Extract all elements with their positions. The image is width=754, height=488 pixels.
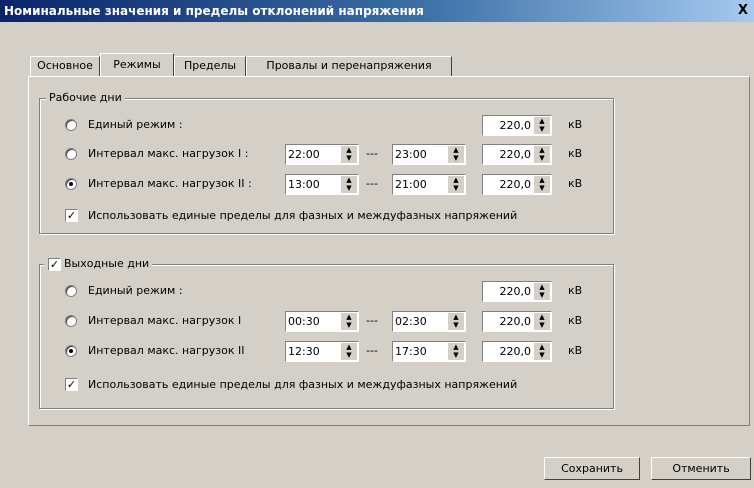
window-title: Номинальные значения и пределы отклонени… — [4, 4, 424, 18]
weekends-interval1-voltage[interactable]: 220,0 ▲ ▼ — [482, 311, 552, 332]
spin-buttons[interactable]: ▲ ▼ — [534, 176, 550, 193]
spin-buttons[interactable]: ▲ ▼ — [341, 313, 357, 330]
workdays-interval2-voltage[interactable]: 220,0 ▲ ▼ — [482, 174, 552, 195]
cancel-button[interactable]: Отменить — [651, 457, 751, 480]
workdays-interval2-row: Интервал макс. нагрузок II : 13:00 ▲ ▼ --… — [40, 174, 613, 196]
weekends-interval2-row: Интервал макс. нагрузок II 12:30 ▲ ▼ --- … — [40, 341, 613, 363]
workdays-limits-row: ✓ Использовать единые пределы для фазных… — [40, 206, 613, 228]
unit-label: кВ — [568, 344, 583, 357]
spin-buttons[interactable]: ▲ ▼ — [534, 146, 550, 163]
tab-modes[interactable]: Режимы — [100, 53, 174, 76]
weekends-interval2-label: Интервал макс. нагрузок II — [88, 344, 245, 357]
unit-label: кВ — [568, 284, 583, 297]
weekends-same-limits-label: Использовать единые пределы для фазных и… — [88, 378, 518, 391]
workdays-single-row: Единый режим : 220,0 ▲ ▼ кВ — [40, 115, 613, 137]
weekends-interval2-voltage[interactable]: 220,0 ▲ ▼ — [482, 341, 552, 362]
weekends-interval1-radio[interactable] — [65, 315, 77, 327]
spin-buttons[interactable]: ▲ ▼ — [341, 176, 357, 193]
workdays-interval1-radio[interactable] — [65, 148, 77, 160]
workdays-interval2-from[interactable]: 13:00 ▲ ▼ — [285, 174, 359, 195]
workdays-label: Рабочие дни — [46, 91, 125, 104]
spin-buttons[interactable]: ▲ ▼ — [448, 146, 464, 163]
title-bar: Номинальные значения и пределы отклонени… — [0, 0, 754, 22]
workdays-interval2-label: Интервал макс. нагрузок II : — [88, 177, 252, 190]
spin-buttons[interactable]: ▲ ▼ — [448, 313, 464, 330]
spin-buttons[interactable]: ▲ ▼ — [448, 176, 464, 193]
workdays-single-radio[interactable] — [65, 119, 77, 131]
workdays-interval2-radio[interactable] — [65, 178, 77, 190]
weekends-limits-row: ✓ Использовать единые пределы для фазных… — [40, 375, 613, 397]
spin-buttons[interactable]: ▲ ▼ — [534, 283, 550, 300]
workdays-group: Рабочие дни Единый режим : 220,0 ▲ ▼ кВ И… — [39, 91, 614, 234]
workdays-same-limits-label: Использовать единые пределы для фазных и… — [88, 209, 518, 222]
weekends-interval1-label: Интервал макс. нагрузок I — [88, 314, 242, 327]
range-separator: --- — [366, 177, 378, 190]
workdays-single-label: Единый режим : — [88, 118, 183, 131]
workdays-interval1-row: Интервал макс. нагрузок I : 22:00 ▲ ▼ ---… — [40, 144, 613, 166]
workdays-interval1-voltage[interactable]: 220,0 ▲ ▼ — [482, 144, 552, 165]
tab-limits[interactable]: Пределы — [174, 56, 246, 76]
tab-basic[interactable]: Основное — [30, 56, 100, 76]
weekends-single-radio[interactable] — [65, 285, 77, 297]
spin-buttons[interactable]: ▲ ▼ — [534, 343, 550, 360]
workdays-single-voltage[interactable]: 220,0 ▲ ▼ — [482, 115, 552, 136]
weekends-enable-checkbox[interactable]: ✓ — [48, 258, 61, 271]
tab-dips[interactable]: Провалы и перенапряжения — [246, 56, 452, 76]
weekends-group: Выходные дни ✓ Единый режим : 220,0 ▲ ▼ к… — [39, 257, 614, 409]
weekends-interval2-radio[interactable] — [65, 345, 77, 357]
spin-buttons[interactable]: ▲ ▼ — [448, 343, 464, 360]
range-separator: --- — [366, 314, 378, 327]
weekends-single-voltage[interactable]: 220,0 ▲ ▼ — [482, 281, 552, 302]
dialog-window: Номинальные значения и пределы отклонени… — [0, 0, 754, 488]
weekends-interval2-from[interactable]: 12:30 ▲ ▼ — [285, 341, 359, 362]
weekends-interval1-to[interactable]: 02:30 ▲ ▼ — [392, 311, 466, 332]
spin-buttons[interactable]: ▲ ▼ — [534, 313, 550, 330]
weekends-interval2-to[interactable]: 17:30 ▲ ▼ — [392, 341, 466, 362]
workdays-interval1-label: Интервал макс. нагрузок I : — [88, 147, 249, 160]
spin-buttons[interactable]: ▲ ▼ — [341, 343, 357, 360]
close-button[interactable]: X — [734, 2, 752, 20]
spin-buttons[interactable]: ▲ ▼ — [341, 146, 357, 163]
workdays-interval2-to[interactable]: 21:00 ▲ ▼ — [392, 174, 466, 195]
range-separator: --- — [366, 147, 378, 160]
unit-label: кВ — [568, 314, 583, 327]
unit-label: кВ — [568, 177, 583, 190]
workdays-interval1-to[interactable]: 23:00 ▲ ▼ — [392, 144, 466, 165]
tab-panel: Рабочие дни Единый режим : 220,0 ▲ ▼ кВ И… — [28, 76, 750, 426]
weekends-single-label: Единый режим : — [88, 284, 183, 297]
workdays-same-limits-checkbox[interactable]: ✓ — [65, 209, 78, 222]
workdays-interval1-from[interactable]: 22:00 ▲ ▼ — [285, 144, 359, 165]
range-separator: --- — [366, 344, 378, 357]
weekends-single-row: Единый режим : 220,0 ▲ ▼ кВ — [40, 281, 613, 303]
weekends-same-limits-checkbox[interactable]: ✓ — [65, 378, 78, 391]
spin-buttons[interactable]: ▲ ▼ — [534, 117, 550, 134]
weekends-interval1-from[interactable]: 00:30 ▲ ▼ — [285, 311, 359, 332]
unit-label: кВ — [568, 118, 583, 131]
unit-label: кВ — [568, 147, 583, 160]
save-button[interactable]: Сохранить — [544, 457, 640, 480]
weekends-interval1-row: Интервал макс. нагрузок I 00:30 ▲ ▼ --- 0… — [40, 311, 613, 333]
